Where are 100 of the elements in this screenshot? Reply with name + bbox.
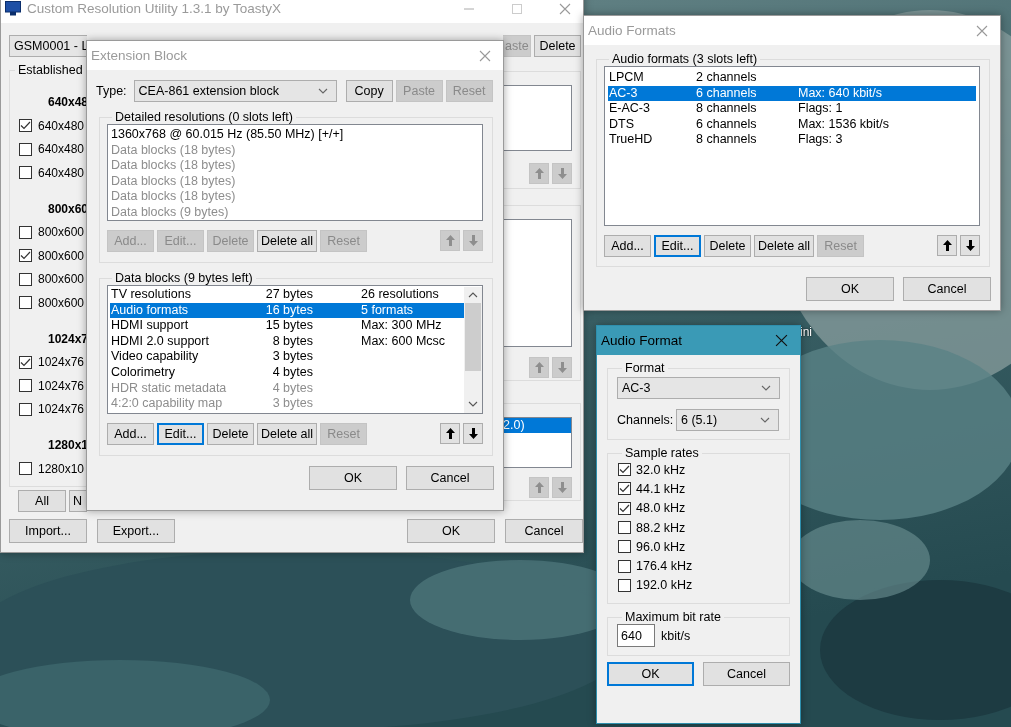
export-button[interactable]: Export... [97,519,175,543]
ok-button[interactable]: OK [407,519,495,543]
check-icon [20,251,31,261]
window-title: Extension Block [91,48,188,63]
list-box[interactable]: LPCM 2 channels AC-3 6 channels Max: 640 kbit/s E-AC-3 8 channels Flags: 1 DTS 6 channels Max: 1536 kbit/s TrueHD 8 channels Flags: 3 [604,66,980,226]
scrollbar[interactable] [464,287,482,413]
edit-button[interactable]: Edit... [654,235,701,257]
list-cell-text: 6 channels [696,116,758,133]
type-dropdown[interactable]: CEA-861 extension block [133,80,337,102]
close-icon[interactable] [976,24,988,37]
none-button[interactable]: N [69,489,87,512]
list-row[interactable]: HDMI 2.0 support 8 bytes Max: 600 Mcsc [110,333,464,350]
all-button[interactable]: All [18,489,66,512]
group-heading: 1280x1 [47,437,87,454]
cancel-button[interactable]: Cancel [406,466,494,490]
list-row[interactable]: 1360x768 @ 60.015 Hz (85.50 MHz) [+/+] [111,127,479,143]
list-cell: 26 resolutions [361,287,439,303]
scroll-down-icon[interactable] [468,401,478,407]
cancel-button[interactable]: Cancel [903,277,991,301]
checkbox[interactable] [618,501,631,515]
checkbox-label: 1024x76 [38,402,85,417]
checkbox[interactable] [618,540,631,554]
down-arrow-icon [557,168,567,179]
desktop-icon-label[interactable]: ini [800,325,812,339]
list-row[interactable]: HDMI support 15 bytes Max: 300 MHz [110,318,464,334]
checkbox-label: 640x480 [38,142,85,157]
checkbox[interactable] [618,463,631,477]
list-row[interactable]: TV resolutions 27 bytes 26 resolutions [110,287,464,303]
checkbox[interactable] [19,462,32,476]
move-down-button[interactable] [960,235,980,256]
list-cell: Max: 640 kbit/s [798,85,883,102]
window-title: Audio Formats [588,23,676,38]
checkbox-label: 32.0 kHz [636,462,686,477]
bitrate-field[interactable]: 640 [617,624,655,648]
list-row[interactable]: DTS 6 channels Max: 1536 kbit/s [608,116,976,133]
monitor-icon [5,1,21,16]
delete-all-button[interactable]: Delete all [257,230,318,252]
scroll-up-icon[interactable] [468,292,478,298]
list-row[interactable]: LPCM 2 channels [608,70,976,86]
add-button[interactable]: Add... [107,423,154,445]
delete-all-button[interactable]: Delete all [257,423,318,445]
list-cell: Max: 1536 kbit/s [798,116,889,133]
checkbox[interactable] [19,142,32,156]
list-row[interactable]: TrueHD 8 channels Flags: 3 [608,132,976,148]
checkbox[interactable] [19,296,32,310]
delete-all-button[interactable]: Delete all [754,235,815,257]
edit-button[interactable]: Edit... [157,423,204,445]
checkbox[interactable] [19,355,32,369]
ok-button[interactable]: OK [607,662,694,687]
list-row[interactable]: Video capability 3 bytes [110,349,464,365]
checkbox[interactable] [19,379,32,393]
format-dropdown[interactable]: AC-3 [617,377,780,399]
list-cell: Flags: 3 [798,132,843,148]
up-arrow-icon [445,235,455,246]
list-row[interactable]: E-AC-3 8 channels Flags: 1 [608,101,976,117]
list-cell-text: 8 channels [696,132,758,148]
up-arrow-icon [445,428,455,439]
list-row[interactable]: AC-3 6 channels Max: 640 kbit/s [608,85,976,102]
checkbox[interactable] [618,482,631,496]
chevron-down-icon [317,88,328,94]
import-button[interactable]: Import... [9,519,87,543]
close-icon[interactable] [479,49,491,62]
checkbox[interactable] [618,521,631,535]
down-arrow-icon [965,240,975,251]
checkbox[interactable] [19,249,32,263]
checkbox[interactable] [19,225,32,239]
list-cell-text: 16 bytes [264,302,313,319]
channels-dropdown[interactable]: 6 (5.1) [676,409,779,431]
ok-button[interactable]: OK [309,466,397,490]
move-down-button[interactable] [463,423,483,444]
checkbox[interactable] [19,402,32,416]
list-cell-text: 4 bytes [271,380,313,397]
checkbox[interactable] [618,578,631,592]
chevron-down-icon [761,385,771,391]
cancel-button[interactable]: Cancel [505,519,583,543]
delete-button[interactable]: Delete [704,235,751,257]
list-row[interactable]: 2.0) [503,418,571,433]
list-cell: Flags: 1 [798,101,843,117]
list-row[interactable]: Audio formats 16 bytes 5 formats [110,302,464,319]
close-icon[interactable] [559,2,571,15]
checkbox[interactable] [19,272,32,286]
chevron-down-icon [760,417,770,423]
move-up-button[interactable] [440,423,460,444]
checkbox[interactable] [19,119,32,133]
ok-button[interactable]: OK [806,277,894,301]
delete-button[interactable]: Delete [207,423,254,445]
delete-button[interactable]: Delete [534,35,581,57]
scrollbar-thumb[interactable] [465,303,481,371]
checkbox[interactable] [19,166,32,180]
list-row[interactable]: Colorimetry 4 bytes [110,364,464,381]
cancel-button[interactable]: Cancel [703,662,790,687]
add-button[interactable]: Add... [604,235,651,257]
list-cell-text: 8 bytes [271,333,313,350]
move-up-button[interactable] [937,235,957,256]
list-box[interactable] [107,285,483,414]
copy-button[interactable]: Copy [345,80,393,102]
close-icon[interactable] [775,334,788,347]
group-heading: 1024x7 [47,330,87,348]
list-box[interactable]: 2.0) [503,417,572,468]
checkbox[interactable] [618,559,631,573]
